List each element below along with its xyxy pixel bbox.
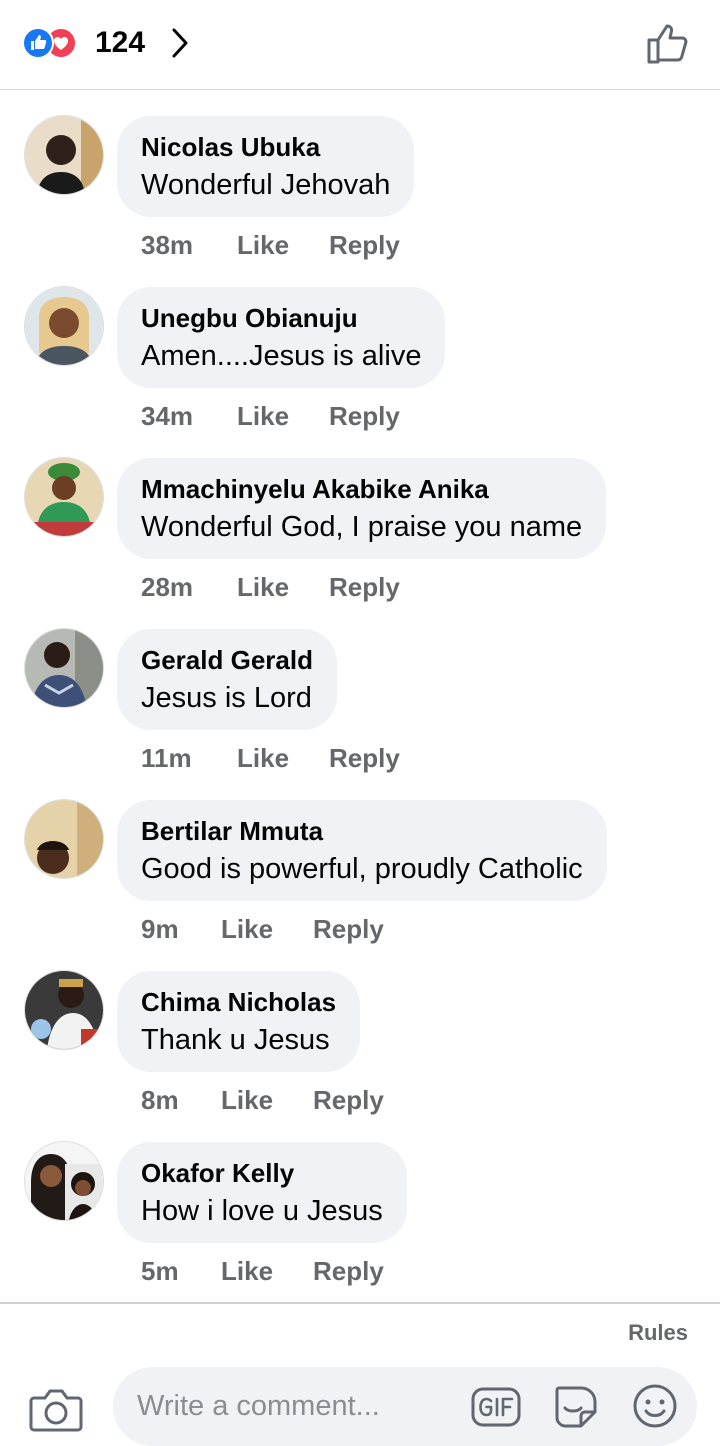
- reply-link[interactable]: Reply: [313, 1083, 384, 1117]
- gif-icon[interactable]: [470, 1384, 522, 1430]
- like-link[interactable]: Like: [237, 741, 289, 775]
- thumbs-up-outline-icon[interactable]: [643, 20, 691, 66]
- comment-item: Bertilar Mmuta Good is powerful, proudly…: [0, 800, 720, 971]
- comment-item: Nicolas Ubuka Wonderful Jehovah 38m Like…: [0, 116, 720, 287]
- comment-item: Mmachinyelu Akabike Anika Wonderful God,…: [0, 458, 720, 629]
- like-reaction-icon: [22, 27, 54, 59]
- comment-time: 11m: [141, 743, 192, 773]
- avatar[interactable]: [25, 116, 103, 194]
- camera-icon[interactable]: [28, 1384, 84, 1434]
- reactions-header: 124: [0, 0, 720, 90]
- comment-text: How i love u Jesus: [141, 1195, 383, 1227]
- like-link[interactable]: Like: [237, 228, 289, 262]
- comment-time: 38m: [141, 230, 194, 260]
- comment-bubble[interactable]: Chima Nicholas Thank u Jesus: [117, 971, 361, 1072]
- reply-link[interactable]: Reply: [313, 912, 384, 946]
- avatar[interactable]: [25, 287, 103, 365]
- comment-author[interactable]: Unegbu Obianuju: [141, 303, 421, 333]
- like-link[interactable]: Like: [237, 399, 289, 433]
- comment-time: 5m: [141, 1256, 179, 1286]
- comment-time: 28m: [141, 572, 194, 602]
- comment-text: Amen....Jesus is alive: [141, 340, 422, 372]
- comment-bubble[interactable]: Bertilar Mmuta Good is powerful, proudly…: [117, 800, 607, 901]
- comment-bubble[interactable]: Mmachinyelu Akabike Anika Wonderful God,…: [117, 458, 607, 559]
- comment-author[interactable]: Chima Nicholas: [141, 987, 336, 1017]
- reactions-summary[interactable]: [22, 27, 88, 59]
- comment-item: Okafor Kelly How i love u Jesus 5m Like …: [0, 1142, 720, 1313]
- comment-time: 9m: [141, 914, 179, 944]
- reply-link[interactable]: Reply: [329, 228, 400, 262]
- comment-author[interactable]: Nicolas Ubuka: [141, 132, 390, 162]
- like-link[interactable]: Like: [221, 1083, 273, 1117]
- comment-time: 34m: [141, 401, 194, 431]
- comment-item: Unegbu Obianuju Amen....Jesus is alive 3…: [0, 287, 720, 458]
- reply-link[interactable]: Reply: [329, 570, 400, 604]
- comment-bubble[interactable]: Okafor Kelly How i love u Jesus: [117, 1142, 407, 1243]
- like-link[interactable]: Like: [237, 570, 289, 604]
- sticker-icon[interactable]: [551, 1382, 601, 1432]
- comment-bubble[interactable]: Nicolas Ubuka Wonderful Jehovah: [117, 116, 415, 217]
- comment-text: Wonderful God, I praise you name: [141, 511, 583, 543]
- avatar[interactable]: [25, 458, 103, 536]
- comment-text: Wonderful Jehovah: [141, 169, 391, 201]
- avatar[interactable]: [25, 1142, 103, 1220]
- comment-author[interactable]: Bertilar Mmuta: [141, 816, 583, 846]
- comment-item: Gerald Gerald Jesus is Lord 11m Like Rep…: [0, 629, 720, 800]
- comment-time: 8m: [141, 1085, 179, 1115]
- comment-composer[interactable]: Write a comment...: [113, 1367, 697, 1446]
- avatar[interactable]: [25, 971, 103, 1049]
- comment-bubble[interactable]: Unegbu Obianuju Amen....Jesus is alive: [117, 287, 446, 388]
- emoji-icon[interactable]: [631, 1382, 679, 1430]
- like-link[interactable]: Like: [221, 912, 273, 946]
- reply-link[interactable]: Reply: [313, 1254, 384, 1288]
- avatar[interactable]: [25, 629, 103, 707]
- comment-bubble[interactable]: Gerald Gerald Jesus is Lord: [117, 629, 337, 730]
- reply-link[interactable]: Reply: [329, 741, 400, 775]
- comment-author[interactable]: Okafor Kelly: [141, 1158, 383, 1188]
- chevron-right-icon[interactable]: [166, 25, 194, 61]
- reply-link[interactable]: Reply: [329, 399, 400, 433]
- comment-input-placeholder[interactable]: Write a comment...: [137, 1389, 380, 1423]
- comment-item: Chima Nicholas Thank u Jesus 8m Like Rep…: [0, 971, 720, 1142]
- reaction-count[interactable]: 124: [95, 24, 145, 62]
- comment-author[interactable]: Mmachinyelu Akabike Anika: [141, 474, 582, 504]
- footer-divider: [0, 1302, 720, 1304]
- comment-text: Jesus is Lord: [141, 682, 312, 714]
- rules-link[interactable]: Rules: [628, 1320, 688, 1346]
- avatar[interactable]: [25, 800, 103, 878]
- comment-text: Thank u Jesus: [141, 1024, 330, 1056]
- comment-author[interactable]: Gerald Gerald: [141, 645, 313, 675]
- comment-text: Good is powerful, proudly Catholic: [141, 853, 583, 885]
- like-link[interactable]: Like: [221, 1254, 273, 1288]
